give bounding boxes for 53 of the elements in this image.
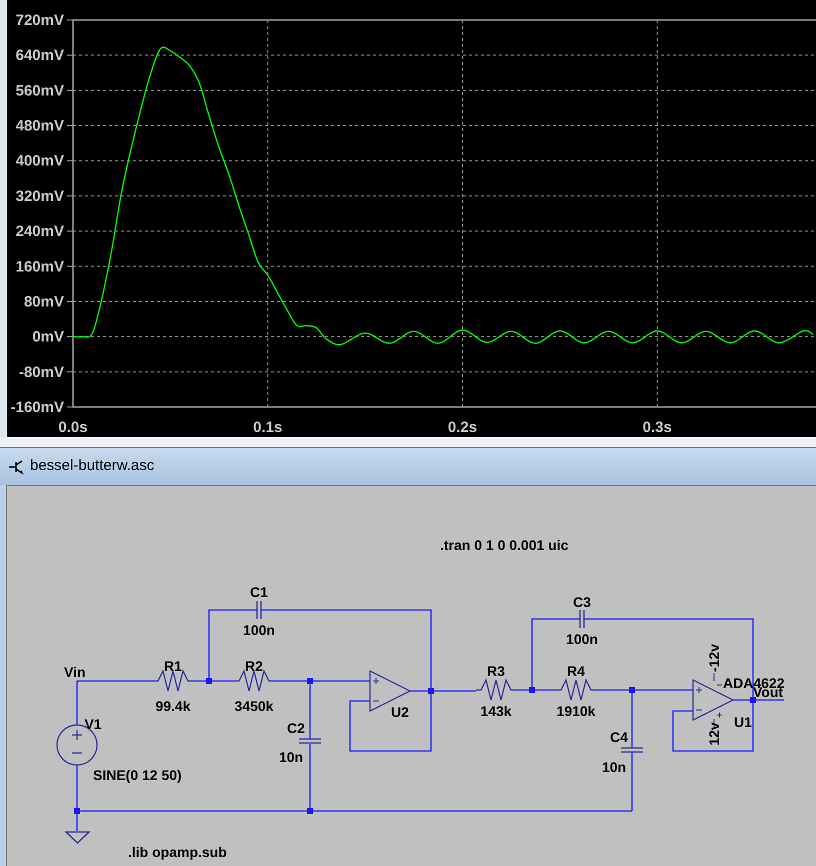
component-label: C3 [573,594,591,610]
y-axis-tick-label: 0mV [32,328,64,346]
y-axis-tick-label: 80mV [24,293,64,310]
component-value: 10n [602,759,626,775]
resistor-symbol [234,669,274,692]
component-label: C4 [610,729,628,745]
component-value: 10n [278,749,304,765]
resistor-symbol [153,669,193,692]
transistor-icon [8,458,24,474]
y-axis-tick-label: 720mV [16,12,64,29]
supply-label: 12v [706,722,722,746]
y-axis-tick-label: 640mV [16,47,64,64]
component-label: R2 [245,658,263,674]
window-title: bessel-butterw.asc [30,456,154,476]
x-axis-tick-label: 0.3s [642,419,672,436]
component-value: 99.4k [155,698,191,714]
component-label: U2 [391,704,409,720]
spice-directive: .lib opamp.sub [128,844,227,860]
x-axis-tick-label: 0.1s [253,419,282,436]
supply-label: -12v [706,644,722,672]
capacitor-symbol [256,600,262,620]
splitter-bar[interactable] [0,437,816,448]
component-label: C2 [287,720,305,736]
component-label: C1 [250,584,268,600]
y-axis-tick-label: 560mV [16,82,64,100]
component-value: 100n [566,631,598,647]
ground-symbol [64,831,91,844]
y-axis-tick-label: 400mV [16,152,64,170]
component-label: U1 [734,714,752,730]
component-value: SINE(0 12 50) [93,767,182,783]
net-label: Vin [64,664,86,680]
x-axis-tick-label: 0.2s [448,419,478,436]
capacitor-symbol [620,747,644,753]
component-label: R3 [487,663,505,679]
y-axis-tick-label: 160mV [16,258,64,276]
resistor-symbol [476,678,516,701]
component-label: R1 [164,658,182,674]
y-axis-tick-label: -160mV [10,399,64,416]
component-value: 100n [243,622,275,638]
capacitor-symbol [298,738,322,744]
component-label: R4 [567,663,585,679]
spice-directive: .tran 0 1 0 0.001 uic [440,537,568,553]
capacitor-symbol [579,609,585,629]
component-value: 143k [480,703,512,719]
resistor-symbol [556,678,596,701]
component-value: 1910k [556,703,596,719]
y-axis-tick-label: 320mV [16,188,64,205]
component-value: 3450k [234,698,274,714]
y-axis-tick-label: 480mV [16,118,64,135]
y-axis-tick-label: -80mV [18,364,64,381]
x-axis-tick-label: 0.0s [58,419,88,436]
y-axis-tick-label: 240mV [16,223,64,240]
component-label: V1 [84,716,102,732]
